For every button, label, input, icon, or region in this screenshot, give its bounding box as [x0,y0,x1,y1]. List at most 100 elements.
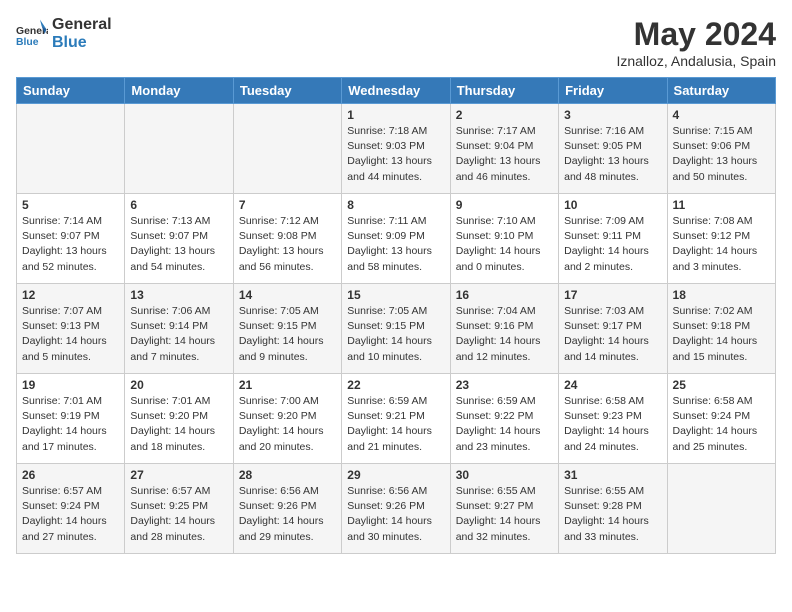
day-info: Sunrise: 7:04 AM Sunset: 9:16 PM Dayligh… [456,304,553,365]
day-info: Sunrise: 7:02 AM Sunset: 9:18 PM Dayligh… [673,304,770,365]
day-number: 31 [564,468,661,482]
calendar-cell: 8 Sunrise: 7:11 AM Sunset: 9:09 PM Daylig… [342,194,450,284]
logo-blue: Blue [52,34,112,52]
day-number: 30 [456,468,553,482]
day-number: 27 [130,468,227,482]
weekday-header-sunday: Sunday [17,78,125,104]
calendar-cell: 18Sunrise: 7:02 AM Sunset: 9:18 PM Dayli… [667,284,775,374]
day-number: 16 [456,288,553,302]
calendar-cell: 1Sunrise: 7:18 AM Sunset: 9:03 PM Daylig… [342,104,450,194]
calendar-cell: 29 Sunrise: 6:56 AM Sunset: 9:26 PM Dayli… [342,464,450,554]
page-header: General Blue General Blue May 2024 Iznal… [16,16,776,69]
day-number: 12 [22,288,119,302]
day-number: 26 [22,468,119,482]
calendar-cell: 11 Sunrise: 7:08 AM Sunset: 9:12 PM Dayli… [667,194,775,284]
day-number: 8 [347,198,444,212]
calendar-cell: 6 Sunrise: 7:13 AM Sunset: 9:07 PM Daylig… [125,194,233,284]
day-number: 29 [347,468,444,482]
calendar-cell: 3 Sunrise: 7:16 AM Sunset: 9:05 PM Daylig… [559,104,667,194]
calendar-cell: 23Sunrise: 6:59 AM Sunset: 9:22 PM Dayli… [450,374,558,464]
day-number: 7 [239,198,336,212]
day-info: Sunrise: 7:05 AM Sunset: 9:15 PM Dayligh… [347,304,444,365]
day-info: Sunrise: 6:59 AM Sunset: 9:21 PM Dayligh… [347,394,444,455]
calendar-cell: 9 Sunrise: 7:10 AM Sunset: 9:10 PM Daylig… [450,194,558,284]
title-block: May 2024 Iznalloz, Andalusia, Spain [616,16,776,69]
day-info: Sunrise: 6:55 AM Sunset: 9:28 PM Dayligh… [564,484,661,545]
day-info: Sunrise: 7:06 AM Sunset: 9:14 PM Dayligh… [130,304,227,365]
day-number: 3 [564,108,661,122]
weekday-header-friday: Friday [559,78,667,104]
day-info: Sunrise: 7:17 AM Sunset: 9:04 PM Dayligh… [456,124,553,185]
calendar-cell: 21 Sunrise: 7:00 AM Sunset: 9:20 PM Dayli… [233,374,341,464]
day-info: Sunrise: 7:10 AM Sunset: 9:10 PM Dayligh… [456,214,553,275]
svg-text:Blue: Blue [16,37,39,48]
day-info: Sunrise: 6:58 AM Sunset: 9:23 PM Dayligh… [564,394,661,455]
day-info: Sunrise: 7:16 AM Sunset: 9:05 PM Dayligh… [564,124,661,185]
day-number: 24 [564,378,661,392]
day-info: Sunrise: 7:14 AM Sunset: 9:07 PM Dayligh… [22,214,119,275]
day-number: 23 [456,378,553,392]
calendar-cell: 24 Sunrise: 6:58 AM Sunset: 9:23 PM Dayli… [559,374,667,464]
day-info: Sunrise: 7:13 AM Sunset: 9:07 PM Dayligh… [130,214,227,275]
calendar-cell [125,104,233,194]
day-number: 20 [130,378,227,392]
calendar-cell: 30 Sunrise: 6:55 AM Sunset: 9:27 PM Dayli… [450,464,558,554]
calendar-cell: 2Sunrise: 7:17 AM Sunset: 9:04 PM Daylig… [450,104,558,194]
calendar-week-row: 26 Sunrise: 6:57 AM Sunset: 9:24 PM Dayli… [17,464,776,554]
weekday-header-wednesday: Wednesday [342,78,450,104]
calendar-cell [233,104,341,194]
calendar-cell [667,464,775,554]
day-number: 19 [22,378,119,392]
day-info: Sunrise: 7:05 AM Sunset: 9:15 PM Dayligh… [239,304,336,365]
calendar-table: SundayMondayTuesdayWednesdayThursdayFrid… [16,77,776,554]
logo-icon: General Blue [16,18,48,50]
calendar-cell: 20Sunrise: 7:01 AM Sunset: 9:20 PM Dayli… [125,374,233,464]
day-number: 21 [239,378,336,392]
calendar-cell [17,104,125,194]
day-info: Sunrise: 6:56 AM Sunset: 9:26 PM Dayligh… [347,484,444,545]
calendar-week-row: 5 Sunrise: 7:14 AM Sunset: 9:07 PM Daylig… [17,194,776,284]
calendar-cell: 16 Sunrise: 7:04 AM Sunset: 9:16 PM Dayli… [450,284,558,374]
weekday-header-thursday: Thursday [450,78,558,104]
day-info: Sunrise: 7:15 AM Sunset: 9:06 PM Dayligh… [673,124,770,185]
day-number: 6 [130,198,227,212]
weekday-header-row: SundayMondayTuesdayWednesdayThursdayFrid… [17,78,776,104]
calendar-cell: 31 Sunrise: 6:55 AM Sunset: 9:28 PM Dayli… [559,464,667,554]
calendar-cell: 28 Sunrise: 6:56 AM Sunset: 9:26 PM Dayli… [233,464,341,554]
day-number: 11 [673,198,770,212]
day-number: 10 [564,198,661,212]
day-number: 14 [239,288,336,302]
day-number: 13 [130,288,227,302]
calendar-cell: 14 Sunrise: 7:05 AM Sunset: 9:15 PM Dayli… [233,284,341,374]
day-info: Sunrise: 7:18 AM Sunset: 9:03 PM Dayligh… [347,124,444,185]
day-info: Sunrise: 6:58 AM Sunset: 9:24 PM Dayligh… [673,394,770,455]
calendar-week-row: 19 Sunrise: 7:01 AM Sunset: 9:19 PM Dayli… [17,374,776,464]
day-number: 4 [673,108,770,122]
weekday-header-monday: Monday [125,78,233,104]
day-info: Sunrise: 7:01 AM Sunset: 9:19 PM Dayligh… [22,394,119,455]
calendar-cell: 15Sunrise: 7:05 AM Sunset: 9:15 PM Dayli… [342,284,450,374]
day-info: Sunrise: 7:00 AM Sunset: 9:20 PM Dayligh… [239,394,336,455]
day-number: 25 [673,378,770,392]
month-year-title: May 2024 [616,16,776,53]
calendar-cell: 7 Sunrise: 7:12 AM Sunset: 9:08 PM Daylig… [233,194,341,284]
weekday-header-tuesday: Tuesday [233,78,341,104]
calendar-cell: 12 Sunrise: 7:07 AM Sunset: 9:13 PM Dayli… [17,284,125,374]
day-info: Sunrise: 6:57 AM Sunset: 9:25 PM Dayligh… [130,484,227,545]
day-number: 9 [456,198,553,212]
day-info: Sunrise: 6:57 AM Sunset: 9:24 PM Dayligh… [22,484,119,545]
calendar-week-row: 1Sunrise: 7:18 AM Sunset: 9:03 PM Daylig… [17,104,776,194]
location-subtitle: Iznalloz, Andalusia, Spain [616,53,776,69]
day-info: Sunrise: 7:11 AM Sunset: 9:09 PM Dayligh… [347,214,444,275]
day-number: 5 [22,198,119,212]
day-info: Sunrise: 6:56 AM Sunset: 9:26 PM Dayligh… [239,484,336,545]
day-number: 28 [239,468,336,482]
day-number: 17 [564,288,661,302]
day-info: Sunrise: 7:12 AM Sunset: 9:08 PM Dayligh… [239,214,336,275]
day-info: Sunrise: 7:07 AM Sunset: 9:13 PM Dayligh… [22,304,119,365]
calendar-cell: 19 Sunrise: 7:01 AM Sunset: 9:19 PM Dayli… [17,374,125,464]
calendar-cell: 26 Sunrise: 6:57 AM Sunset: 9:24 PM Dayli… [17,464,125,554]
day-info: Sunrise: 7:08 AM Sunset: 9:12 PM Dayligh… [673,214,770,275]
day-info: Sunrise: 6:55 AM Sunset: 9:27 PM Dayligh… [456,484,553,545]
weekday-header-saturday: Saturday [667,78,775,104]
